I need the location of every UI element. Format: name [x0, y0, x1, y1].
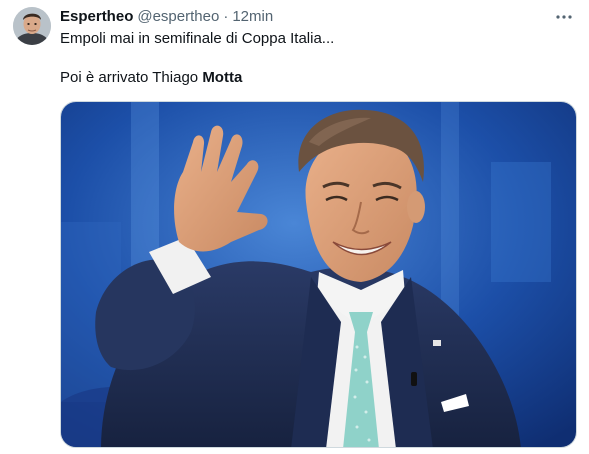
tweet-text-line-2-prefix: Poi è arrivato Thiago: [60, 69, 203, 86]
more-horizontal-icon: [556, 15, 572, 19]
tweet-header: Espertheo @espertheo · 12min: [60, 8, 273, 26]
display-name[interactable]: Espertheo: [60, 8, 133, 26]
tweet-text-line-1: Empoli mai in semifinale di Coppa Italia…: [60, 30, 335, 47]
tweet-text-bold-word: Motta: [202, 69, 243, 86]
tweet-media-photo[interactable]: [60, 101, 577, 448]
tweet-text-line-2: Poi è arrivato Thiago Motta: [60, 68, 570, 87]
more-options-button[interactable]: [555, 8, 573, 26]
photo-image: [61, 102, 576, 447]
separator-dot: ·: [223, 8, 229, 25]
user-handle[interactable]: @espertheo: [137, 8, 219, 26]
tweet[interactable]: Espertheo @espertheo · 12min Empoli mai …: [0, 0, 589, 454]
tweet-text: Empoli mai in semifinale di Coppa Italia…: [60, 29, 570, 87]
avatar-photo: [13, 7, 51, 45]
timestamp[interactable]: 12min: [232, 8, 273, 26]
avatar[interactable]: [13, 7, 51, 45]
